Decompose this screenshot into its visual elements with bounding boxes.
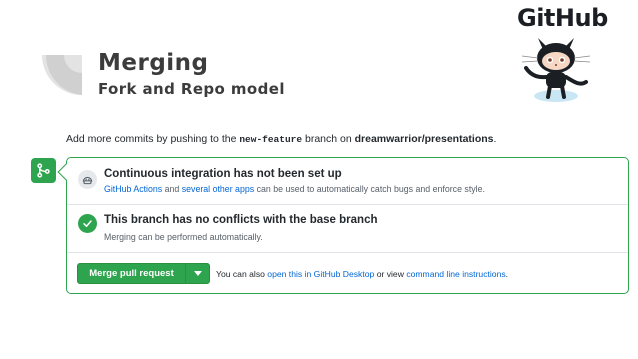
ci-status-title: Continuous integration has not been set … <box>104 168 342 180</box>
github-logo-text: GitHub <box>517 4 608 32</box>
merge-pull-request-button[interactable]: Merge pull request <box>77 263 210 284</box>
command-line-instructions-link[interactable]: command line instructions <box>406 269 505 279</box>
chevron-down-icon <box>193 271 202 276</box>
conflicts-status-section: This branch has no conflicts with the ba… <box>67 204 628 253</box>
git-merge-icon <box>31 158 56 183</box>
check-icon <box>78 214 97 233</box>
branch-name: new-feature <box>239 134 303 145</box>
slide-subtitle: Fork and Repo model <box>98 80 285 98</box>
merge-alternatives-text: You can also open this in GitHub Desktop… <box>216 269 509 279</box>
conflicts-status-description: Merging can be performed automatically. <box>104 232 263 242</box>
other-apps-link[interactable]: several other apps <box>182 184 254 194</box>
slide-corner-decoration <box>42 55 82 95</box>
merge-options-dropdown[interactable] <box>186 271 209 276</box>
ci-icon <box>78 170 97 189</box>
push-instructions: Add more commits by pushing to the new-f… <box>66 133 497 145</box>
octocat-icon <box>521 38 591 102</box>
ci-status-description: GitHub Actions and several other apps ca… <box>104 184 485 194</box>
repo-name: dreamwarrior/presentations <box>354 133 494 145</box>
github-actions-link[interactable]: GitHub Actions <box>104 184 162 194</box>
ci-status-section: Continuous integration has not been set … <box>67 158 628 205</box>
merge-actions-section: Merge pull request You can also open thi… <box>67 252 628 294</box>
merge-status-box: Continuous integration has not been set … <box>66 157 629 294</box>
open-github-desktop-link[interactable]: open this in GitHub Desktop <box>267 269 374 279</box>
conflicts-status-title: This branch has no conflicts with the ba… <box>104 214 378 226</box>
merge-button-label: Merge pull request <box>89 268 174 279</box>
slide-title: Merging <box>98 50 209 76</box>
